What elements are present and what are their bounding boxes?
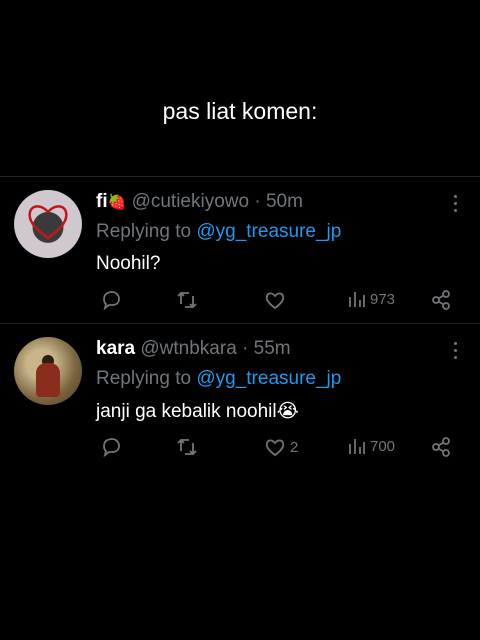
- like-icon: [265, 292, 285, 310]
- reply-button[interactable]: [100, 289, 122, 311]
- reply-button[interactable]: [100, 436, 122, 458]
- views-button[interactable]: 700: [348, 436, 395, 456]
- replying-to-label: Replying to: [96, 368, 192, 389]
- replying-to-label: Replying to: [96, 221, 192, 242]
- more-icon[interactable]: [454, 342, 458, 363]
- replying-to: Replying to @yg_treasure_jp: [96, 221, 460, 247]
- retweet-button[interactable]: [176, 289, 198, 311]
- avatar[interactable]: [14, 337, 82, 405]
- separator-dot: ·: [254, 191, 261, 212]
- author-name[interactable]: fi: [96, 191, 108, 212]
- action-bar: 2 700: [0, 436, 480, 460]
- like-icon: [265, 439, 285, 457]
- replying-to: Replying to @yg_treasure_jp: [96, 368, 460, 394]
- timestamp[interactable]: 55m: [254, 338, 291, 359]
- views-button[interactable]: 973: [348, 289, 395, 309]
- retweet-icon: [177, 438, 197, 456]
- avatar[interactable]: [14, 190, 82, 258]
- tweet-text: janji ga kebalik noohil😭: [96, 401, 299, 422]
- share-button[interactable]: [430, 436, 452, 458]
- views-icon: [349, 292, 365, 307]
- separator-dot: ·: [242, 338, 249, 359]
- more-icon[interactable]: [454, 195, 458, 216]
- retweet-button[interactable]: [176, 436, 198, 458]
- author-handle[interactable]: @cutiekiyowo: [132, 191, 250, 212]
- author-name[interactable]: kara: [96, 338, 135, 359]
- strawberry-emoji: 🍓: [107, 194, 127, 211]
- reply-icon: [103, 438, 120, 458]
- mention-link[interactable]: @yg_treasure_jp: [196, 221, 341, 242]
- like-button[interactable]: [264, 289, 290, 311]
- tweet[interactable]: fi🍓 @cutiekiyowo · 50m Replying to @yg_t…: [0, 176, 480, 323]
- view-count: 973: [370, 290, 396, 308]
- share-icon: [432, 437, 450, 457]
- share-icon: [432, 290, 450, 310]
- view-count: 700: [370, 437, 396, 455]
- reply-icon: [103, 291, 120, 311]
- mention-link[interactable]: @yg_treasure_jp: [196, 368, 341, 389]
- views-icon: [349, 439, 365, 454]
- caption-text: pas liat komen:: [162, 98, 318, 124]
- action-bar: 973: [0, 289, 480, 313]
- author-handle[interactable]: @wtnbkara: [140, 338, 236, 359]
- like-button[interactable]: 2: [264, 436, 298, 458]
- retweet-icon: [177, 291, 197, 309]
- timestamp[interactable]: 50m: [266, 191, 303, 212]
- tweet[interactable]: kara @wtnbkara · 55m Replying to @yg_tre…: [0, 323, 480, 470]
- reply-feed: fi🍓 @cutiekiyowo · 50m Replying to @yg_t…: [0, 176, 480, 470]
- heart-icon: [28, 205, 68, 240]
- share-button[interactable]: [430, 289, 452, 311]
- tweet-text: Noohil?: [96, 253, 161, 274]
- like-count: 2: [290, 438, 299, 456]
